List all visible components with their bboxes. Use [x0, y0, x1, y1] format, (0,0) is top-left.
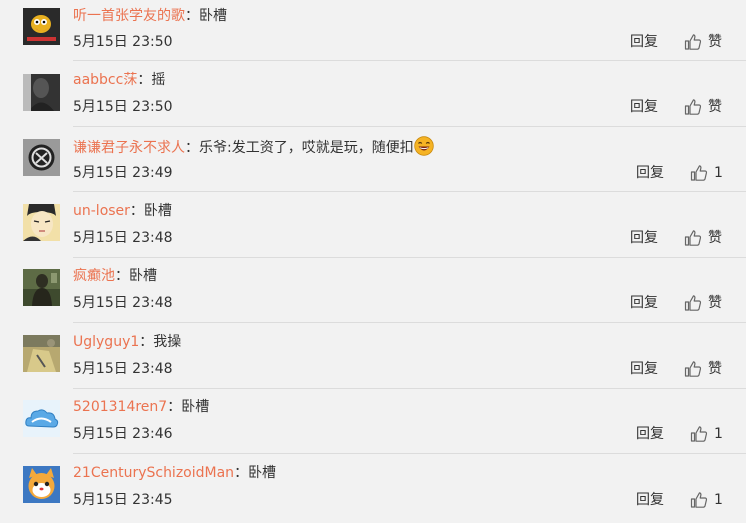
like-button[interactable]: 1: [690, 425, 723, 443]
comment-line: 21CenturySchizoidMan：卧槽: [73, 464, 276, 482]
divider: [73, 191, 746, 192]
comment-text: 卧槽: [199, 8, 227, 24]
comment-text: 卧槽: [129, 268, 157, 284]
like-label: 赞: [708, 230, 722, 246]
comment-time: 5月15日 23:49: [73, 165, 173, 181]
like-button[interactable]: 1: [690, 164, 723, 182]
reply-button[interactable]: 回复: [630, 98, 658, 116]
divider: [73, 322, 746, 323]
like-label: 赞: [708, 99, 722, 115]
avatar[interactable]: [23, 400, 60, 437]
comment-item: un-loser：卧槽 5月15日 23:48 回复 赞: [0, 196, 746, 261]
comment-line: 5201314ren7：卧槽: [73, 398, 209, 416]
laughing-face-emoji: [414, 136, 434, 156]
comment-line: un-loser：卧槽: [73, 202, 172, 220]
comment-time: 5月15日 23:48: [73, 295, 173, 311]
colon-separator: ：: [115, 268, 129, 284]
colon-separator: ：: [185, 8, 199, 24]
thumbs-up-icon: [684, 295, 702, 311]
comment-line: 疯癫池：卧槽: [73, 267, 157, 285]
avatar[interactable]: [23, 74, 60, 111]
comment-item: 听一首张学友的歌：卧槽 5月15日 23:50 回复 赞: [0, 0, 746, 65]
colon-separator: ：: [185, 140, 199, 156]
like-button[interactable]: 1: [690, 491, 723, 509]
divider: [73, 453, 746, 454]
like-button[interactable]: 赞: [684, 294, 722, 312]
comment-text: 摇: [151, 72, 166, 88]
comment-item: aabbcc莯：摇 5月15日 23:50 回复 赞: [0, 65, 746, 130]
comment-line: Uglyguy1：我操: [73, 333, 181, 351]
comment-time: 5月15日 23:46: [73, 426, 173, 442]
comment-line: 谦谦君子永不求人：乐爷:发工资了，哎就是玩，随便扣: [73, 136, 434, 157]
reply-button[interactable]: 回复: [636, 164, 664, 182]
like-count: 1: [714, 165, 723, 181]
colon-separator: ：: [139, 334, 154, 350]
username-link[interactable]: 疯癫池: [73, 268, 115, 284]
username-link[interactable]: 谦谦君子永不求人: [73, 140, 185, 156]
avatar[interactable]: [23, 335, 60, 372]
comment-text: 卧槽: [248, 465, 277, 481]
comment-line: 听一首张学友的歌：卧槽: [73, 7, 227, 25]
avatar[interactable]: [23, 8, 60, 45]
thumbs-up-icon: [684, 34, 702, 50]
comment-text: 我操: [153, 334, 182, 350]
colon-separator: ：: [234, 465, 249, 481]
like-count: 1: [714, 492, 723, 508]
comment-time: 5月15日 23:48: [73, 230, 173, 246]
reply-button[interactable]: 回复: [630, 294, 658, 312]
comment-text: 乐爷:发工资了，哎就是玩，随便扣: [199, 140, 414, 156]
comment-item: 谦谦君子永不求人：乐爷:发工资了，哎就是玩，随便扣 5月15日 23:49 回复…: [0, 130, 746, 195]
colon-separator: ：: [129, 203, 144, 219]
username-link[interactable]: aabbcc莯: [73, 72, 137, 88]
username-link[interactable]: un-loser: [73, 203, 130, 219]
thumbs-up-icon: [690, 426, 708, 442]
colon-separator: ：: [137, 72, 152, 88]
username-link[interactable]: Uglyguy1: [73, 334, 139, 350]
comment-time: 5月15日 23:50: [73, 99, 173, 115]
like-button[interactable]: 赞: [684, 360, 722, 378]
divider: [73, 388, 746, 389]
like-button[interactable]: 赞: [684, 33, 722, 51]
username-link[interactable]: 听一首张学友的歌: [73, 8, 185, 24]
like-label: 赞: [708, 34, 722, 50]
avatar[interactable]: [23, 269, 60, 306]
comment-time: 5月15日 23:45: [73, 492, 173, 508]
thumbs-up-icon: [690, 165, 708, 181]
avatar[interactable]: [23, 204, 60, 241]
comment-item: 疯癫池：卧槽 5月15日 23:48 回复 赞: [0, 261, 746, 326]
avatar[interactable]: [23, 139, 60, 176]
like-button[interactable]: 赞: [684, 98, 722, 116]
like-label: 赞: [708, 361, 722, 377]
reply-button[interactable]: 回复: [630, 229, 658, 247]
comment-item: 5201314ren7：卧槽 5月15日 23:46 回复 1: [0, 392, 746, 457]
colon-separator: ：: [167, 399, 182, 415]
thumbs-up-icon: [684, 230, 702, 246]
like-label: 赞: [708, 295, 722, 311]
thumbs-up-icon: [690, 492, 708, 508]
reply-button[interactable]: 回复: [630, 360, 658, 378]
divider: [73, 257, 746, 258]
comment-text: 卧槽: [181, 399, 210, 415]
like-count: 1: [714, 426, 723, 442]
reply-button[interactable]: 回复: [630, 33, 658, 51]
comment-time: 5月15日 23:50: [73, 34, 173, 50]
divider: [73, 60, 746, 61]
comment-item: Uglyguy1：我操 5月15日 23:48 回复 赞: [0, 327, 746, 392]
comment-line: aabbcc莯：摇: [73, 71, 165, 89]
thumbs-up-icon: [684, 99, 702, 115]
reply-button[interactable]: 回复: [636, 491, 664, 509]
username-link[interactable]: 5201314ren7: [73, 399, 167, 415]
comment-item: 21CenturySchizoidMan：卧槽 5月15日 23:45 回复 1: [0, 458, 746, 523]
reply-button[interactable]: 回复: [636, 425, 664, 443]
thumbs-up-icon: [684, 361, 702, 377]
comment-time: 5月15日 23:48: [73, 361, 173, 377]
username-link[interactable]: 21CenturySchizoidMan: [73, 465, 234, 481]
avatar[interactable]: [23, 466, 60, 503]
divider: [73, 126, 746, 127]
like-button[interactable]: 赞: [684, 229, 722, 247]
comment-text: 卧槽: [143, 203, 172, 219]
